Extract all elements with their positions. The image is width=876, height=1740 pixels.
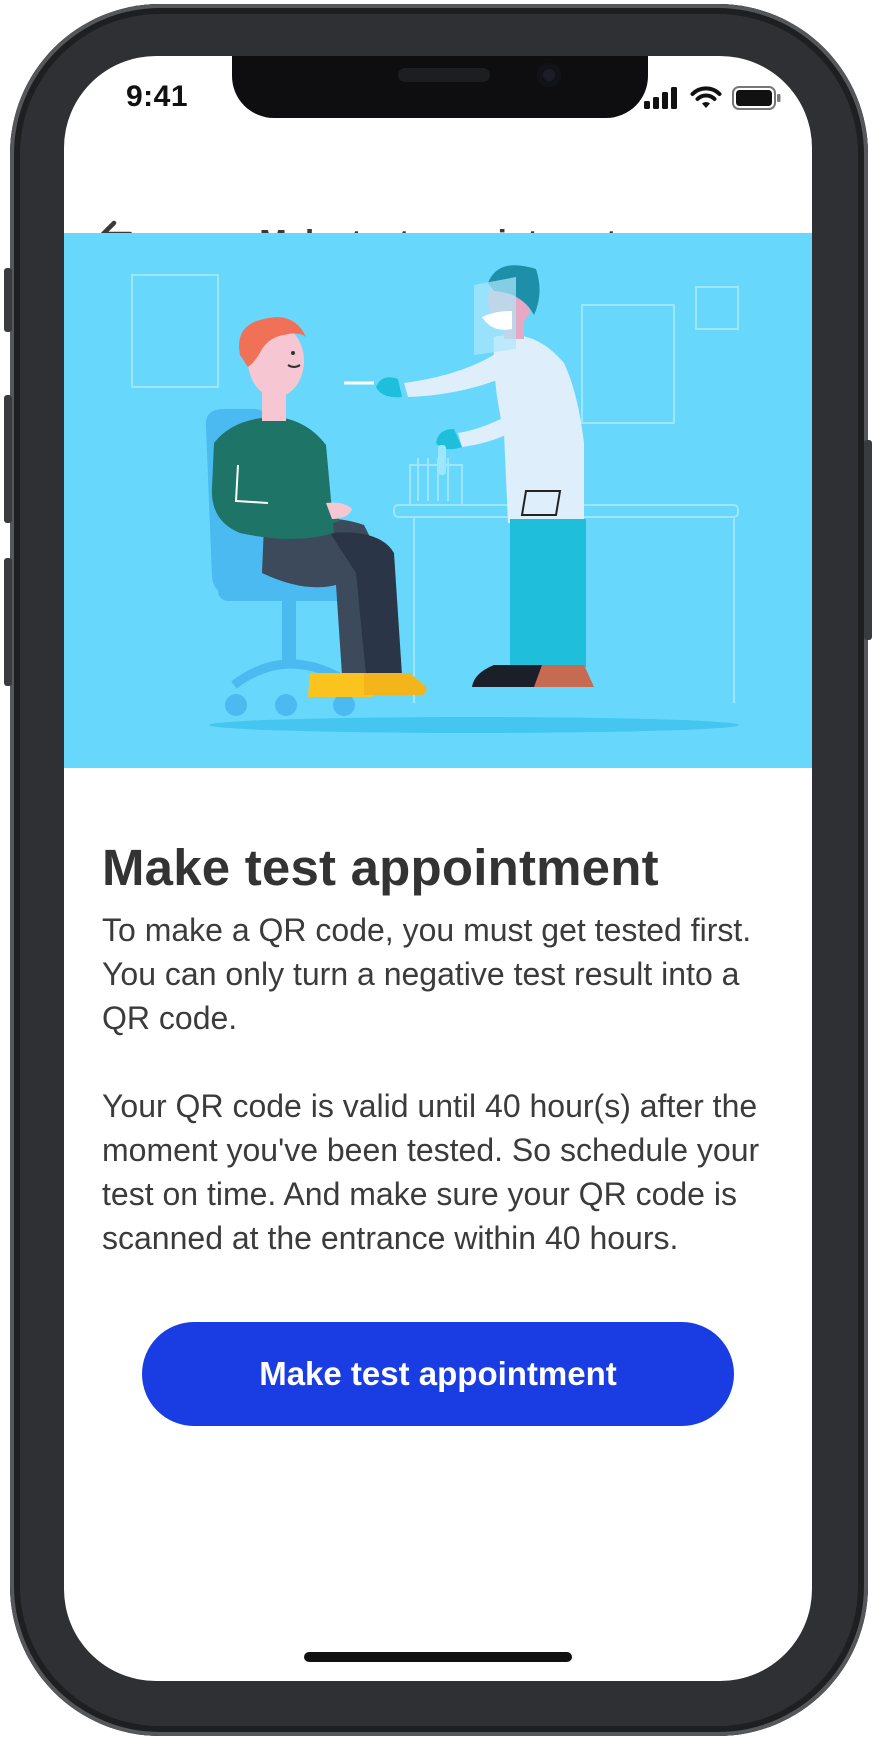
wifi-icon xyxy=(690,86,722,108)
make-test-appointment-button[interactable]: Make test appointment xyxy=(142,1322,734,1426)
battery-icon xyxy=(732,86,781,110)
intro-paragraph: To make a QR code, you must get tested f… xyxy=(102,912,752,1036)
status-time: 9:41 xyxy=(126,80,189,113)
front-camera xyxy=(537,63,561,87)
hero-illustration xyxy=(64,233,812,768)
cellular-signal-icon xyxy=(644,87,677,109)
home-indicator[interactable] xyxy=(304,1652,572,1662)
swab-test-illustration xyxy=(131,265,739,733)
phone-volume-down-button xyxy=(4,558,12,686)
status-icons xyxy=(644,86,782,110)
phone-side-button xyxy=(4,268,12,332)
content-heading: Make test appointment xyxy=(102,839,659,896)
notch xyxy=(232,56,648,118)
phone-power-button xyxy=(864,440,872,640)
earpiece-speaker xyxy=(398,68,490,82)
phone-volume-up-button xyxy=(4,395,12,523)
screen: 9:41 Make test appointment To make a QR … xyxy=(64,56,812,1681)
validity-paragraph: Your QR code is valid until 40 hour(s) a… xyxy=(102,1088,760,1256)
